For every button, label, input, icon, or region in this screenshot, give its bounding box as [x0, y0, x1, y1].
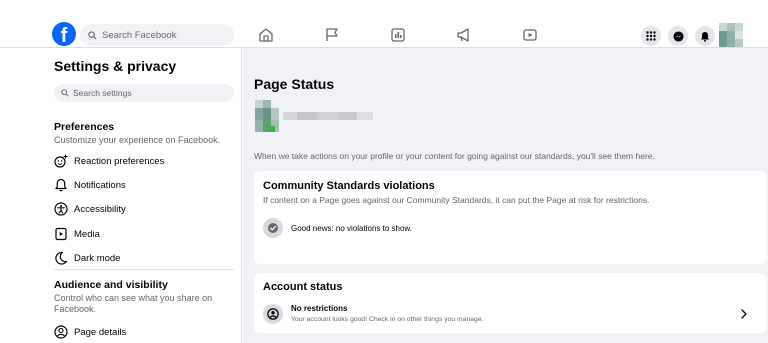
- messenger-icon: [672, 30, 684, 42]
- restriction-status-subtitle: Your account looks good! Check in on oth…: [291, 316, 484, 323]
- bell-icon: [701, 31, 709, 42]
- media-icon: [55, 227, 67, 241]
- account-status-badge: [263, 304, 283, 324]
- page-name-blurred: [283, 110, 375, 122]
- sidebar-item-label: Dark mode: [74, 252, 121, 264]
- violations-status-text: Good news: no violations to show.: [291, 224, 412, 233]
- profile-avatar[interactable]: [719, 23, 743, 47]
- settings-search-placeholder: Search settings: [73, 88, 132, 98]
- accessibility-icon: [54, 202, 68, 216]
- user-circle-icon: [267, 308, 279, 320]
- sidebar-item-dark-mode[interactable]: Dark mode: [54, 249, 120, 267]
- status-notice: When we take actions on your profile or …: [254, 151, 655, 161]
- sidebar-title: Settings & privacy: [54, 58, 177, 74]
- search-icon: [61, 89, 69, 97]
- megaphone-icon[interactable]: [456, 27, 472, 43]
- page-avatar[interactable]: [255, 100, 279, 134]
- news-icon[interactable]: [390, 27, 406, 43]
- moon-icon: [55, 251, 68, 265]
- community-standards-subtitle: If content on a Page goes against our Co…: [263, 195, 650, 205]
- facebook-search-input[interactable]: Search Facebook: [80, 24, 234, 46]
- restriction-status-title: No restrictions: [291, 304, 348, 313]
- sidebar-item-page-details[interactable]: Page details: [54, 323, 126, 341]
- check-badge: [263, 218, 283, 238]
- preferences-heading: Preferences: [54, 121, 115, 133]
- preferences-subtitle: Customize your experience on Facebook.: [54, 135, 221, 145]
- sidebar-item-label: Notifications: [74, 179, 126, 191]
- sidebar-item-label: Media: [74, 228, 100, 240]
- reaction-icon: [54, 154, 68, 168]
- sidebar-item-label: Reaction preferences: [74, 155, 165, 167]
- sidebar-item-accessibility[interactable]: Accessibility: [54, 200, 126, 218]
- audience-subtitle: Control who can see what you share on Fa…: [54, 293, 213, 314]
- bell-icon: [55, 178, 67, 192]
- community-standards-title: Community Standards violations: [263, 180, 435, 192]
- facebook-search-placeholder: Search Facebook: [102, 29, 177, 41]
- page-title: Page Status: [254, 76, 335, 92]
- page-status-panel: Page Status When we take actions on your…: [243, 48, 768, 343]
- menu-grid-button[interactable]: [641, 26, 661, 46]
- flag-icon[interactable]: [324, 27, 340, 43]
- sidebar-item-notifications[interactable]: Notifications: [54, 176, 126, 194]
- community-standards-card: Community Standards violations If conten…: [254, 171, 767, 264]
- sidebar-item-reaction-preferences[interactable]: Reaction preferences: [54, 152, 164, 170]
- user-circle-icon: [54, 325, 68, 339]
- sidebar-divider: [54, 269, 234, 270]
- chevron-right-icon[interactable]: [739, 309, 749, 319]
- search-icon: [88, 30, 97, 39]
- account-status-card[interactable]: Account status No restrictions Your acco…: [254, 273, 767, 333]
- menu-grid-icon: [646, 31, 656, 41]
- audience-heading: Audience and visibility: [54, 279, 168, 291]
- video-icon[interactable]: [522, 27, 538, 43]
- messenger-button[interactable]: [668, 26, 688, 46]
- sidebar-item-media[interactable]: Media: [54, 225, 100, 243]
- facebook-logo[interactable]: f: [52, 22, 76, 46]
- top-navigation-bar: f Search Facebook: [0, 0, 768, 48]
- settings-search-input[interactable]: Search settings: [54, 84, 234, 102]
- settings-sidebar: Settings & privacy Search settings Prefe…: [0, 48, 242, 343]
- sidebar-item-label: Page details: [74, 326, 127, 338]
- sidebar-item-label: Accessibility: [74, 203, 126, 215]
- checkmark-icon: [268, 223, 278, 233]
- notifications-button[interactable]: [695, 26, 715, 46]
- home-icon[interactable]: [258, 27, 274, 43]
- account-status-title: Account status: [263, 281, 343, 293]
